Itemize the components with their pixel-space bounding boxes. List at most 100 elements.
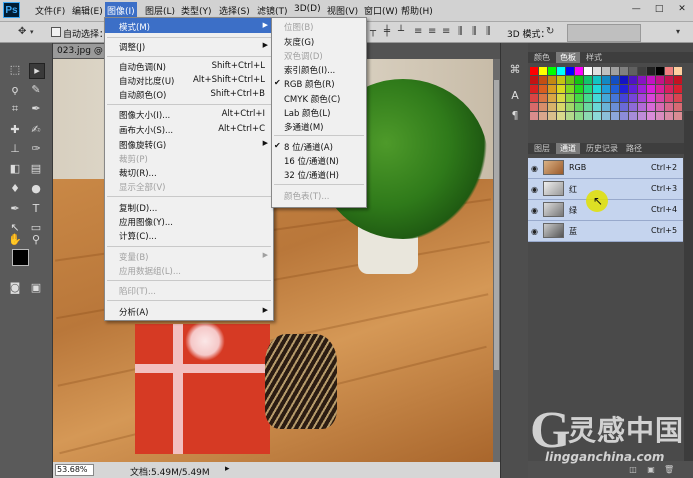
menu-item-image-size[interactable]: 图像大小(I)...	[119, 109, 170, 121]
menu-layer[interactable]: 图层(L)	[145, 4, 175, 17]
swatch-cell[interactable]	[575, 94, 583, 102]
swatch-cell[interactable]	[557, 85, 565, 93]
swatch-cell[interactable]	[656, 103, 664, 111]
menu-item-canvas-size[interactable]: 画布大小(S)...	[119, 124, 173, 136]
menu-item-mode[interactable]: 模式(M)	[119, 21, 150, 33]
gradient-tool-icon[interactable]: ▤	[29, 162, 43, 176]
swatch-cell[interactable]	[539, 67, 547, 75]
3d-rotate-icon[interactable]: ↻	[546, 27, 556, 37]
swatch-cell[interactable]	[548, 112, 556, 120]
save-selection-icon[interactable]: ◫	[628, 465, 638, 474]
zoom-level-field[interactable]: 53.68%	[55, 464, 94, 476]
tab-styles[interactable]: 样式	[582, 52, 606, 63]
menu-item-auto-contrast[interactable]: 自动对比度(U)	[119, 75, 174, 87]
swatch-cell[interactable]	[620, 94, 628, 102]
menu-item-duplicate[interactable]: 复制(D)...	[119, 202, 157, 214]
swatch-cell[interactable]	[548, 67, 556, 75]
swatch-cell[interactable]	[611, 76, 619, 84]
menu-item-image-rotation[interactable]: 图像旋转(G)	[119, 139, 166, 151]
tab-channels[interactable]: 通道	[556, 143, 580, 154]
swatch-cell[interactable]	[602, 112, 610, 120]
channel-row-rgb[interactable]: ◉ RGB Ctrl+2	[528, 158, 683, 179]
preset-dropdown-icon[interactable]: ▾	[30, 27, 40, 37]
swatch-cell[interactable]	[575, 67, 583, 75]
mode-32-bit[interactable]: 32 位/通道(H)	[284, 169, 339, 181]
menu-item-trim[interactable]: 裁切(R)...	[119, 167, 157, 179]
swatch-cell[interactable]	[638, 67, 646, 75]
mode-lab-color[interactable]: Lab 颜色(L)	[284, 107, 330, 119]
lasso-tool-icon[interactable]: ϙ	[8, 83, 22, 97]
swatch-cell[interactable]	[557, 94, 565, 102]
swatch-cell[interactable]	[593, 103, 601, 111]
swatch-cell[interactable]	[602, 67, 610, 75]
swatch-cell[interactable]	[557, 103, 565, 111]
distribute-top-icon[interactable]: ≡	[414, 27, 424, 37]
menu-item-auto-color[interactable]: 自动颜色(O)	[119, 89, 166, 101]
menu-file[interactable]: 文件(F)	[35, 4, 65, 17]
swatch-cell[interactable]	[539, 103, 547, 111]
swatch-cell[interactable]	[674, 112, 682, 120]
brush-tool-icon[interactable]: ✍	[29, 123, 43, 137]
swatch-cell[interactable]	[602, 85, 610, 93]
swatch-cell[interactable]	[647, 112, 655, 120]
swatch-cell[interactable]	[593, 112, 601, 120]
visibility-eye-icon[interactable]: ◉	[531, 227, 538, 236]
swatch-cell[interactable]	[584, 76, 592, 84]
swatch-cell[interactable]	[566, 67, 574, 75]
swatch-cell[interactable]	[602, 76, 610, 84]
swatch-cell[interactable]	[620, 112, 628, 120]
minimize-button[interactable]: —	[629, 3, 643, 15]
swatch-cell[interactable]	[575, 76, 583, 84]
align-top-icon[interactable]: ┬	[370, 27, 380, 37]
clone-stamp-tool-icon[interactable]: ⊥	[8, 142, 22, 156]
menu-type[interactable]: 类型(Y)	[181, 4, 212, 17]
swatch-cell[interactable]	[593, 94, 601, 102]
swatch-cell[interactable]	[647, 76, 655, 84]
swatch-cell[interactable]	[584, 112, 592, 120]
mode-multichannel[interactable]: 多通道(M)	[284, 121, 323, 133]
workspace-dropdown-icon[interactable]: ▾	[676, 27, 686, 37]
hand-tool-icon[interactable]: ✋	[8, 233, 22, 247]
swatch-cell[interactable]	[530, 76, 538, 84]
swatch-cell[interactable]	[611, 94, 619, 102]
zoom-tool-icon[interactable]: ⚲	[29, 233, 43, 247]
quick-selection-tool-icon[interactable]: ✎	[29, 83, 43, 97]
visibility-eye-icon[interactable]: ◉	[531, 185, 538, 194]
swatch-cell[interactable]	[611, 103, 619, 111]
menu-item-calculations[interactable]: 计算(C)...	[119, 230, 157, 242]
screen-mode-icon[interactable]: ▣	[29, 281, 43, 295]
mode-indexed-color[interactable]: 索引颜色(I)...	[284, 64, 335, 76]
healing-brush-tool-icon[interactable]: ✚	[8, 123, 22, 137]
workspace-switcher[interactable]	[567, 24, 641, 42]
swatch-cell[interactable]	[566, 85, 574, 93]
menu-item-adjust[interactable]: 调整(J)	[119, 41, 145, 53]
swatch-cell[interactable]	[593, 76, 601, 84]
swatch-cell[interactable]	[629, 112, 637, 120]
pen-tool-icon[interactable]: ✒	[8, 202, 22, 216]
character-panel-icon[interactable]: A	[508, 89, 522, 103]
swatch-cell[interactable]	[674, 76, 682, 84]
swatch-cell[interactable]	[566, 112, 574, 120]
swatch-cell[interactable]	[629, 85, 637, 93]
swatch-cell[interactable]	[638, 85, 646, 93]
channel-row-blue[interactable]: ◉ 蓝 Ctrl+5	[528, 221, 683, 242]
swatch-cell[interactable]	[620, 85, 628, 93]
swatch-cell[interactable]	[674, 94, 682, 102]
swatch-cell[interactable]	[656, 94, 664, 102]
menu-item-apply-image[interactable]: 应用图像(Y)...	[119, 216, 173, 228]
swatch-cell[interactable]	[611, 85, 619, 93]
blur-tool-icon[interactable]: ♦	[8, 182, 22, 196]
swatch-cell[interactable]	[665, 85, 673, 93]
swatch-cell[interactable]	[584, 103, 592, 111]
distribute-vcenter-icon[interactable]: ≡	[428, 27, 438, 37]
swatch-cell[interactable]	[674, 67, 682, 75]
tab-color[interactable]: 颜色	[530, 52, 554, 63]
swatch-cell[interactable]	[620, 76, 628, 84]
swatch-cell[interactable]	[665, 76, 673, 84]
swatch-cell[interactable]	[629, 76, 637, 84]
swatch-cell[interactable]	[584, 67, 592, 75]
new-channel-icon[interactable]: ▣	[646, 465, 656, 474]
swatch-grid[interactable]	[528, 65, 683, 127]
mode-cmyk-color[interactable]: CMYK 颜色(C)	[284, 93, 340, 105]
history-panel-icon[interactable]: ⌘	[508, 63, 522, 77]
